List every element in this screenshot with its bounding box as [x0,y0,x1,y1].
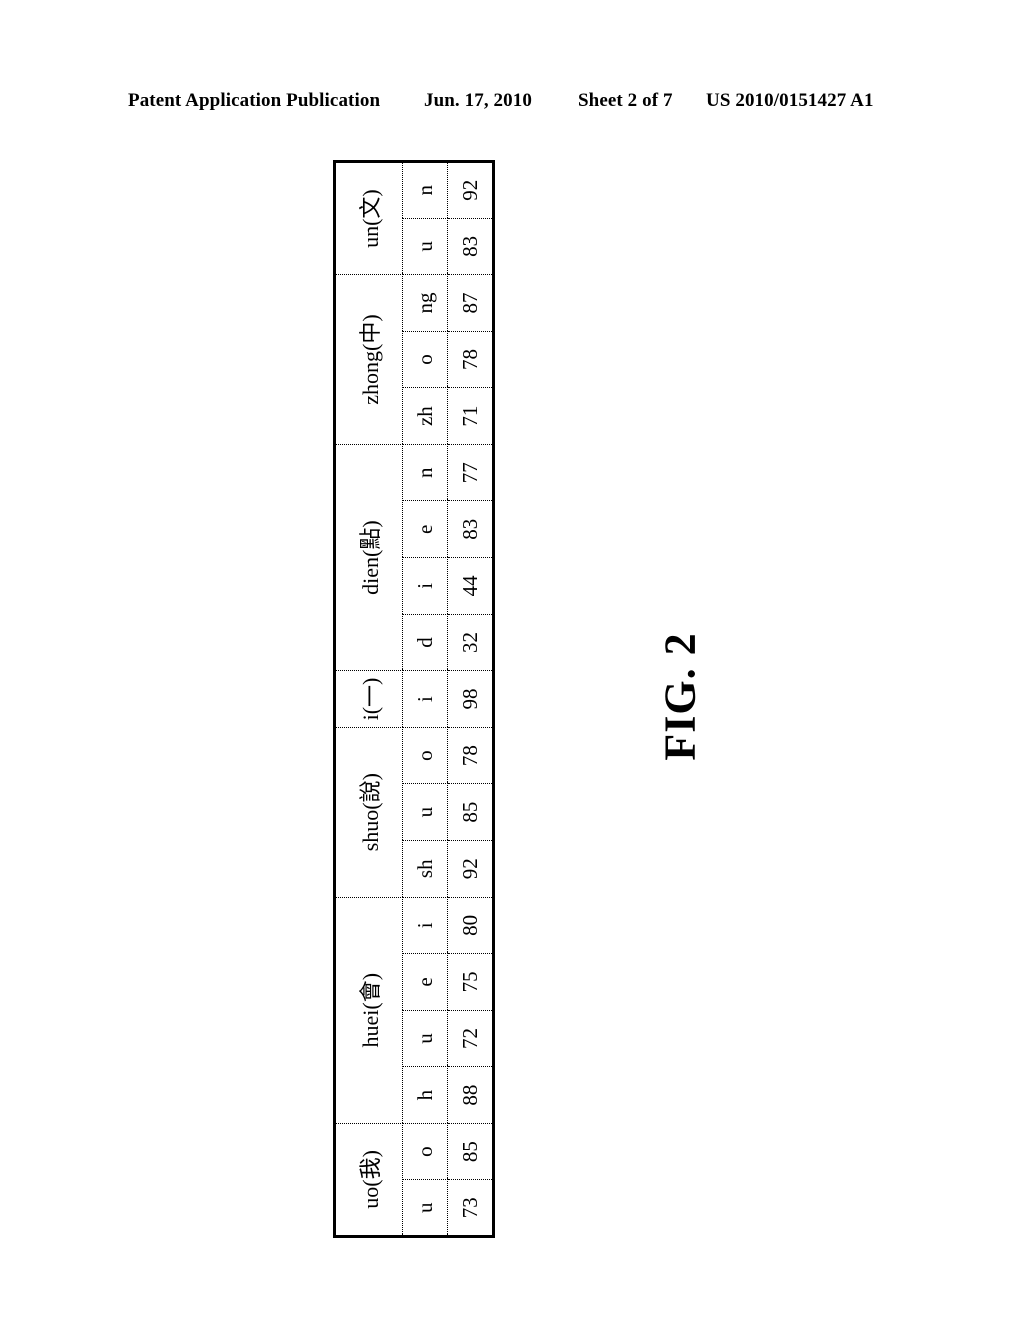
phonetic-unit-cell: i [402,557,448,615]
header-patent-number-label: US 2010/0151427 A1 [706,90,874,111]
phonetic-unit-cell: zh [402,387,448,445]
table-row-words: uo(我) huei(會) shuo(說) i(一) dien(點) zhong(中) un… [334,161,403,1237]
page-header: Patent Application Publication Jun. 17, … [0,86,1024,116]
word-cell: i(一) [334,670,403,728]
phonetic-score-cell: 44 [447,557,494,615]
phonetic-unit-cell: u [402,783,448,841]
phonetic-score-cell: 87 [447,274,494,332]
phonetic-table-container: uo(我) huei(會) shuo(說) i(一) dien(點) zhong(中) un… [333,160,495,1238]
phonetic-unit-cell: e [402,500,448,558]
phonetic-score-cell: 80 [447,897,494,954]
table-row-units: u o h u e i sh u o i d i e n zh o ng u n [402,161,448,1237]
phonetic-unit-cell: n [402,161,448,219]
word-cell: shuo(說) [334,727,403,898]
phonetic-unit-cell: ng [402,274,448,332]
phonetic-score-cell: 83 [447,500,494,558]
word-cell: zhong(中) [334,274,403,445]
phonetic-score-cell: 78 [447,727,494,784]
phonetic-score-cell: 32 [447,614,494,671]
phonetic-unit-cell: n [402,444,448,501]
phonetic-unit-cell: e [402,953,448,1011]
phonetic-score-cell: 85 [447,783,494,841]
phonetic-unit-cell: u [402,1179,448,1237]
phonetic-score-cell: 98 [447,670,494,728]
phonetic-unit-cell: o [402,1123,448,1180]
phonetic-score-cell: 92 [447,840,494,898]
phonetic-unit-cell: d [402,614,448,671]
table-row-scores: 73 85 88 72 75 80 92 85 78 98 32 44 83 77 71 78 87 83 92 [447,161,494,1237]
figure-label-text: FIG. 2 [655,631,705,761]
phonetic-unit-cell: o [402,727,448,784]
header-publication-label: Patent Application Publication [128,90,381,111]
phonetic-score-cell: 78 [447,331,494,388]
phonetic-score-cell: 72 [447,1010,494,1067]
phonetic-unit-cell: sh [402,840,448,898]
header-date-label: Jun. 17, 2010 [424,90,532,111]
phonetic-score-cell: 83 [447,218,494,275]
phonetic-score-cell: 73 [447,1179,494,1237]
phonetic-score-cell: 77 [447,444,494,501]
phonetic-table-rotation-wrapper: uo(我) huei(會) shuo(說) i(一) dien(點) zhong(中) un… [333,160,495,1238]
header-sheet-label: Sheet 2 of 7 [578,90,673,111]
phonetic-score-cell: 92 [447,161,494,219]
word-cell: huei(會) [334,897,403,1124]
phonetic-unit-cell: u [402,1010,448,1067]
figure-label: FIG. 2 [600,596,760,796]
word-cell: uo(我) [334,1123,403,1237]
word-cell: un(文) [334,161,403,275]
phonetic-table: uo(我) huei(會) shuo(說) i(一) dien(點) zhong(中) un… [333,160,495,1238]
phonetic-unit-cell: i [402,670,448,728]
phonetic-score-cell: 88 [447,1066,494,1124]
word-cell: dien(點) [334,444,403,671]
phonetic-score-cell: 75 [447,953,494,1011]
phonetic-unit-cell: u [402,218,448,275]
phonetic-unit-cell: o [402,331,448,388]
phonetic-unit-cell: h [402,1066,448,1124]
phonetic-score-cell: 85 [447,1123,494,1180]
phonetic-score-cell: 71 [447,387,494,445]
phonetic-unit-cell: i [402,897,448,954]
phonetic-table-body: uo(我) huei(會) shuo(說) i(一) dien(點) zhong(中) un… [334,161,494,1237]
